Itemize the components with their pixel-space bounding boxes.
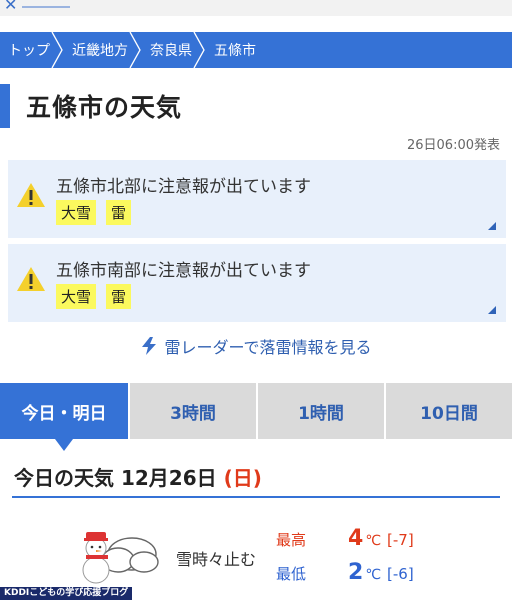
breadcrumb-nara[interactable]: 奈良県 <box>142 32 206 68</box>
today-date: 12月26日 <box>120 466 217 490</box>
breadcrumb: トップ 近畿地方 奈良県 五條市 <box>0 32 512 68</box>
today-heading: 今日の天気 12月26日 (日) <box>14 462 262 491</box>
dow-open: ( <box>223 466 233 490</box>
chevron-right-icon <box>51 32 63 68</box>
forecast-tabs: 今日・明日 3時間 1時間 10日間 <box>0 383 512 451</box>
tab-today-tomorrow[interactable]: 今日・明日 <box>0 383 128 451</box>
high-temp-value: 4 <box>348 526 364 551</box>
breadcrumb-label: 奈良県 <box>150 43 192 59</box>
breadcrumb-label: トップ <box>8 43 50 59</box>
page-title-text: 五條市の天気 <box>26 93 183 122</box>
high-temp-label: 最高 <box>276 531 307 549</box>
alert-message: 五條市南部に注意報が出ています <box>56 261 311 281</box>
tab-10-days[interactable]: 10日間 <box>384 383 512 439</box>
close-icon[interactable]: ✕ <box>4 0 17 14</box>
high-temp-unit: ℃ <box>365 533 382 549</box>
alert-north[interactable]: 五條市北部に注意報が出ています 大雪 雷 <box>8 160 506 238</box>
low-temp-diff: [-6] <box>387 565 414 583</box>
warning-icon <box>17 267 45 291</box>
breadcrumb-top[interactable]: トップ <box>0 32 64 68</box>
title-accent-bar <box>0 84 10 128</box>
tab-3-hours[interactable]: 3時間 <box>128 383 256 439</box>
alert-tag-thunder: 雷 <box>106 200 132 225</box>
alert-tags: 大雪 雷 <box>56 284 132 309</box>
chevron-right-icon <box>129 32 141 68</box>
today-dow: (日) <box>224 466 262 490</box>
breadcrumb-current: 五條市 <box>206 32 256 68</box>
alert-tag-heavy-snow: 大雪 <box>56 200 97 225</box>
breadcrumb-kinki[interactable]: 近畿地方 <box>64 32 142 68</box>
dow-text: 日 <box>232 466 253 490</box>
ad-top-bar: ✕ <box>0 0 512 16</box>
alert-message: 五條市北部に注意報が出ています <box>56 177 311 197</box>
low-temp-value: 2 <box>348 560 364 585</box>
warning-icon <box>17 183 45 207</box>
low-temp-unit: ℃ <box>365 567 382 583</box>
alert-tag-heavy-snow: 大雪 <box>56 284 97 309</box>
snow-cloud-icon <box>82 532 159 584</box>
tab-1-hour[interactable]: 1時間 <box>256 383 384 439</box>
heading-divider <box>12 496 500 498</box>
kddi-blog-badge[interactable]: KDDIこどもの学び応援ブログ <box>0 587 133 600</box>
alert-south[interactable]: 五條市南部に注意報が出ています 大雪 雷 <box>8 244 506 322</box>
expand-corner-icon <box>488 222 496 230</box>
alert-tags: 大雪 雷 <box>56 200 132 225</box>
thunder-radar-link[interactable]: 雷レーダーで落雷情報を見る <box>0 334 512 358</box>
expand-corner-icon <box>488 306 496 314</box>
today-label: 今日の天気 <box>14 466 114 490</box>
radar-link-label: 雷レーダーで落雷情報を見る <box>164 338 372 357</box>
low-temp-row: 最低 2 ℃ [-6] <box>276 560 414 585</box>
high-temp-row: 最高 4 ℃ [-7] <box>276 526 414 551</box>
page-title: 五條市の天気 <box>0 84 182 128</box>
announcement-time: 26日06:00発表 <box>406 138 500 153</box>
dow-close: ) <box>252 466 262 490</box>
chevron-right-icon <box>193 32 205 68</box>
alert-tag-thunder: 雷 <box>106 284 132 309</box>
high-temp-diff: [-7] <box>387 531 414 549</box>
lightning-icon <box>142 337 157 355</box>
weather-description: 雪時々止む <box>176 550 257 569</box>
low-temp-label: 最低 <box>276 565 307 583</box>
breadcrumb-label: 五條市 <box>214 43 256 59</box>
ad-underline <box>22 6 70 8</box>
breadcrumb-label: 近畿地方 <box>72 43 128 59</box>
